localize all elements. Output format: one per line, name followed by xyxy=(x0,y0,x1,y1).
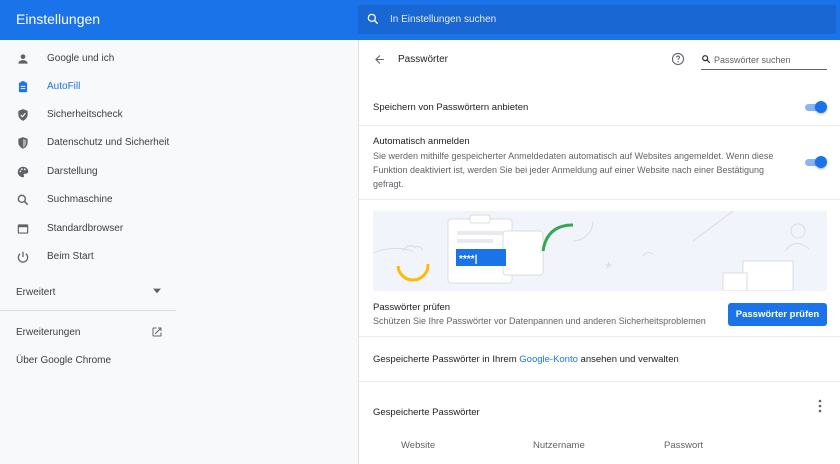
page-title: Passwörter xyxy=(398,54,449,65)
sidebar: Google und ich AutoFill Sicherheitscheck… xyxy=(0,40,358,464)
google-account-row: Gespeicherte Passwörter in Ihrem Google-… xyxy=(373,354,679,365)
sidebar-item-suchmaschine[interactable]: Suchmaschine xyxy=(0,186,358,214)
sidebar-item-autofill[interactable]: AutoFill xyxy=(0,73,358,101)
divider xyxy=(359,199,840,200)
sidebar-item-label: Beim Start xyxy=(47,251,94,262)
password-check-illustration: ****| * xyxy=(372,210,827,292)
settings-search-box[interactable] xyxy=(358,5,836,34)
sidebar-item-label: Standardbrowser xyxy=(47,223,124,234)
password-search-box[interactable] xyxy=(701,49,827,70)
auto-signin-description: Sie werden mithilfe gespeicherter Anmeld… xyxy=(373,151,774,189)
google-account-link[interactable]: Google-Konto xyxy=(519,354,578,365)
person-icon xyxy=(18,54,28,64)
offer-save-toggle[interactable] xyxy=(805,101,827,113)
sidebar-item-beim-start[interactable]: Beim Start xyxy=(0,243,358,271)
sidebar-item-standardbrowser[interactable]: Standardbrowser xyxy=(0,215,358,243)
column-header-website: Website xyxy=(401,440,436,451)
top-bar: Einstellungen xyxy=(0,0,840,40)
search-icon xyxy=(367,13,379,25)
open-in-new-icon[interactable] xyxy=(151,326,163,338)
password-search-input[interactable] xyxy=(714,52,824,67)
illustration-graphic: ****| * xyxy=(372,210,810,292)
chevron-down-icon[interactable] xyxy=(153,288,161,294)
offer-save-label: Speichern von Passwörtern anbieten xyxy=(373,102,529,113)
column-header-password: Passwort xyxy=(664,440,704,451)
divider xyxy=(359,381,840,382)
shield-icon xyxy=(18,137,28,149)
sidebar-item-label: AutoFill xyxy=(47,81,81,92)
auto-signin-label: Automatisch anmelden xyxy=(373,136,470,147)
column-header-username: Nutzername xyxy=(533,440,585,451)
settings-search-input[interactable] xyxy=(390,5,810,34)
check-passwords-title: Passwörter prüfen xyxy=(373,302,451,313)
power-icon xyxy=(17,251,29,263)
search-icon xyxy=(17,194,29,206)
palette-icon xyxy=(17,166,29,178)
sidebar-item-darstellung[interactable]: Darstellung xyxy=(0,158,358,186)
sidebar-item-label: Sicherheitscheck xyxy=(47,109,123,120)
check-passwords-button[interactable]: Passwörter prüfen xyxy=(728,303,827,326)
help-icon[interactable] xyxy=(671,52,685,66)
google-account-text-before: Gespeicherte Passwörter in Ihrem xyxy=(373,354,520,365)
divider xyxy=(359,336,840,337)
divider xyxy=(359,125,840,126)
toggle-knob xyxy=(815,101,827,113)
shield-check-icon xyxy=(18,109,28,121)
sidebar-item-label: Google und ich xyxy=(47,53,115,64)
browser-icon xyxy=(17,224,29,234)
google-account-text-after: ansehen und verwalten xyxy=(577,354,679,365)
clipboard-icon xyxy=(18,81,28,93)
sidebar-item-datenschutz[interactable]: Datenschutz und Sicherheit xyxy=(0,129,358,157)
toggle-knob xyxy=(815,156,827,168)
sidebar-extensions[interactable]: Erweiterungen xyxy=(16,327,80,338)
sidebar-about-chrome[interactable]: Über Google Chrome xyxy=(16,355,111,366)
back-arrow-icon[interactable] xyxy=(373,53,386,66)
sidebar-item-label: Darstellung xyxy=(47,166,98,177)
sidebar-item-label: Suchmaschine xyxy=(47,194,113,205)
sidebar-advanced[interactable]: Erweitert xyxy=(16,287,55,298)
sidebar-divider xyxy=(0,310,176,311)
search-icon xyxy=(702,55,711,64)
svg-text:*: * xyxy=(605,259,612,279)
auto-signin-toggle[interactable] xyxy=(805,156,827,168)
saved-passwords-title: Gespeicherte Passwörter xyxy=(373,407,480,418)
sidebar-item-google-und-ich[interactable]: Google und ich xyxy=(0,45,358,73)
more-vert-icon[interactable] xyxy=(816,399,824,413)
app-title: Einstellungen xyxy=(16,11,101,27)
sidebar-item-label: Datenschutz und Sicherheit xyxy=(47,137,170,148)
passwords-panel: Passwörter Speichern von Passwörtern anb… xyxy=(358,40,840,464)
sidebar-item-sicherheitscheck[interactable]: Sicherheitscheck xyxy=(0,101,358,129)
illustration-password-text: ****| xyxy=(459,254,478,265)
